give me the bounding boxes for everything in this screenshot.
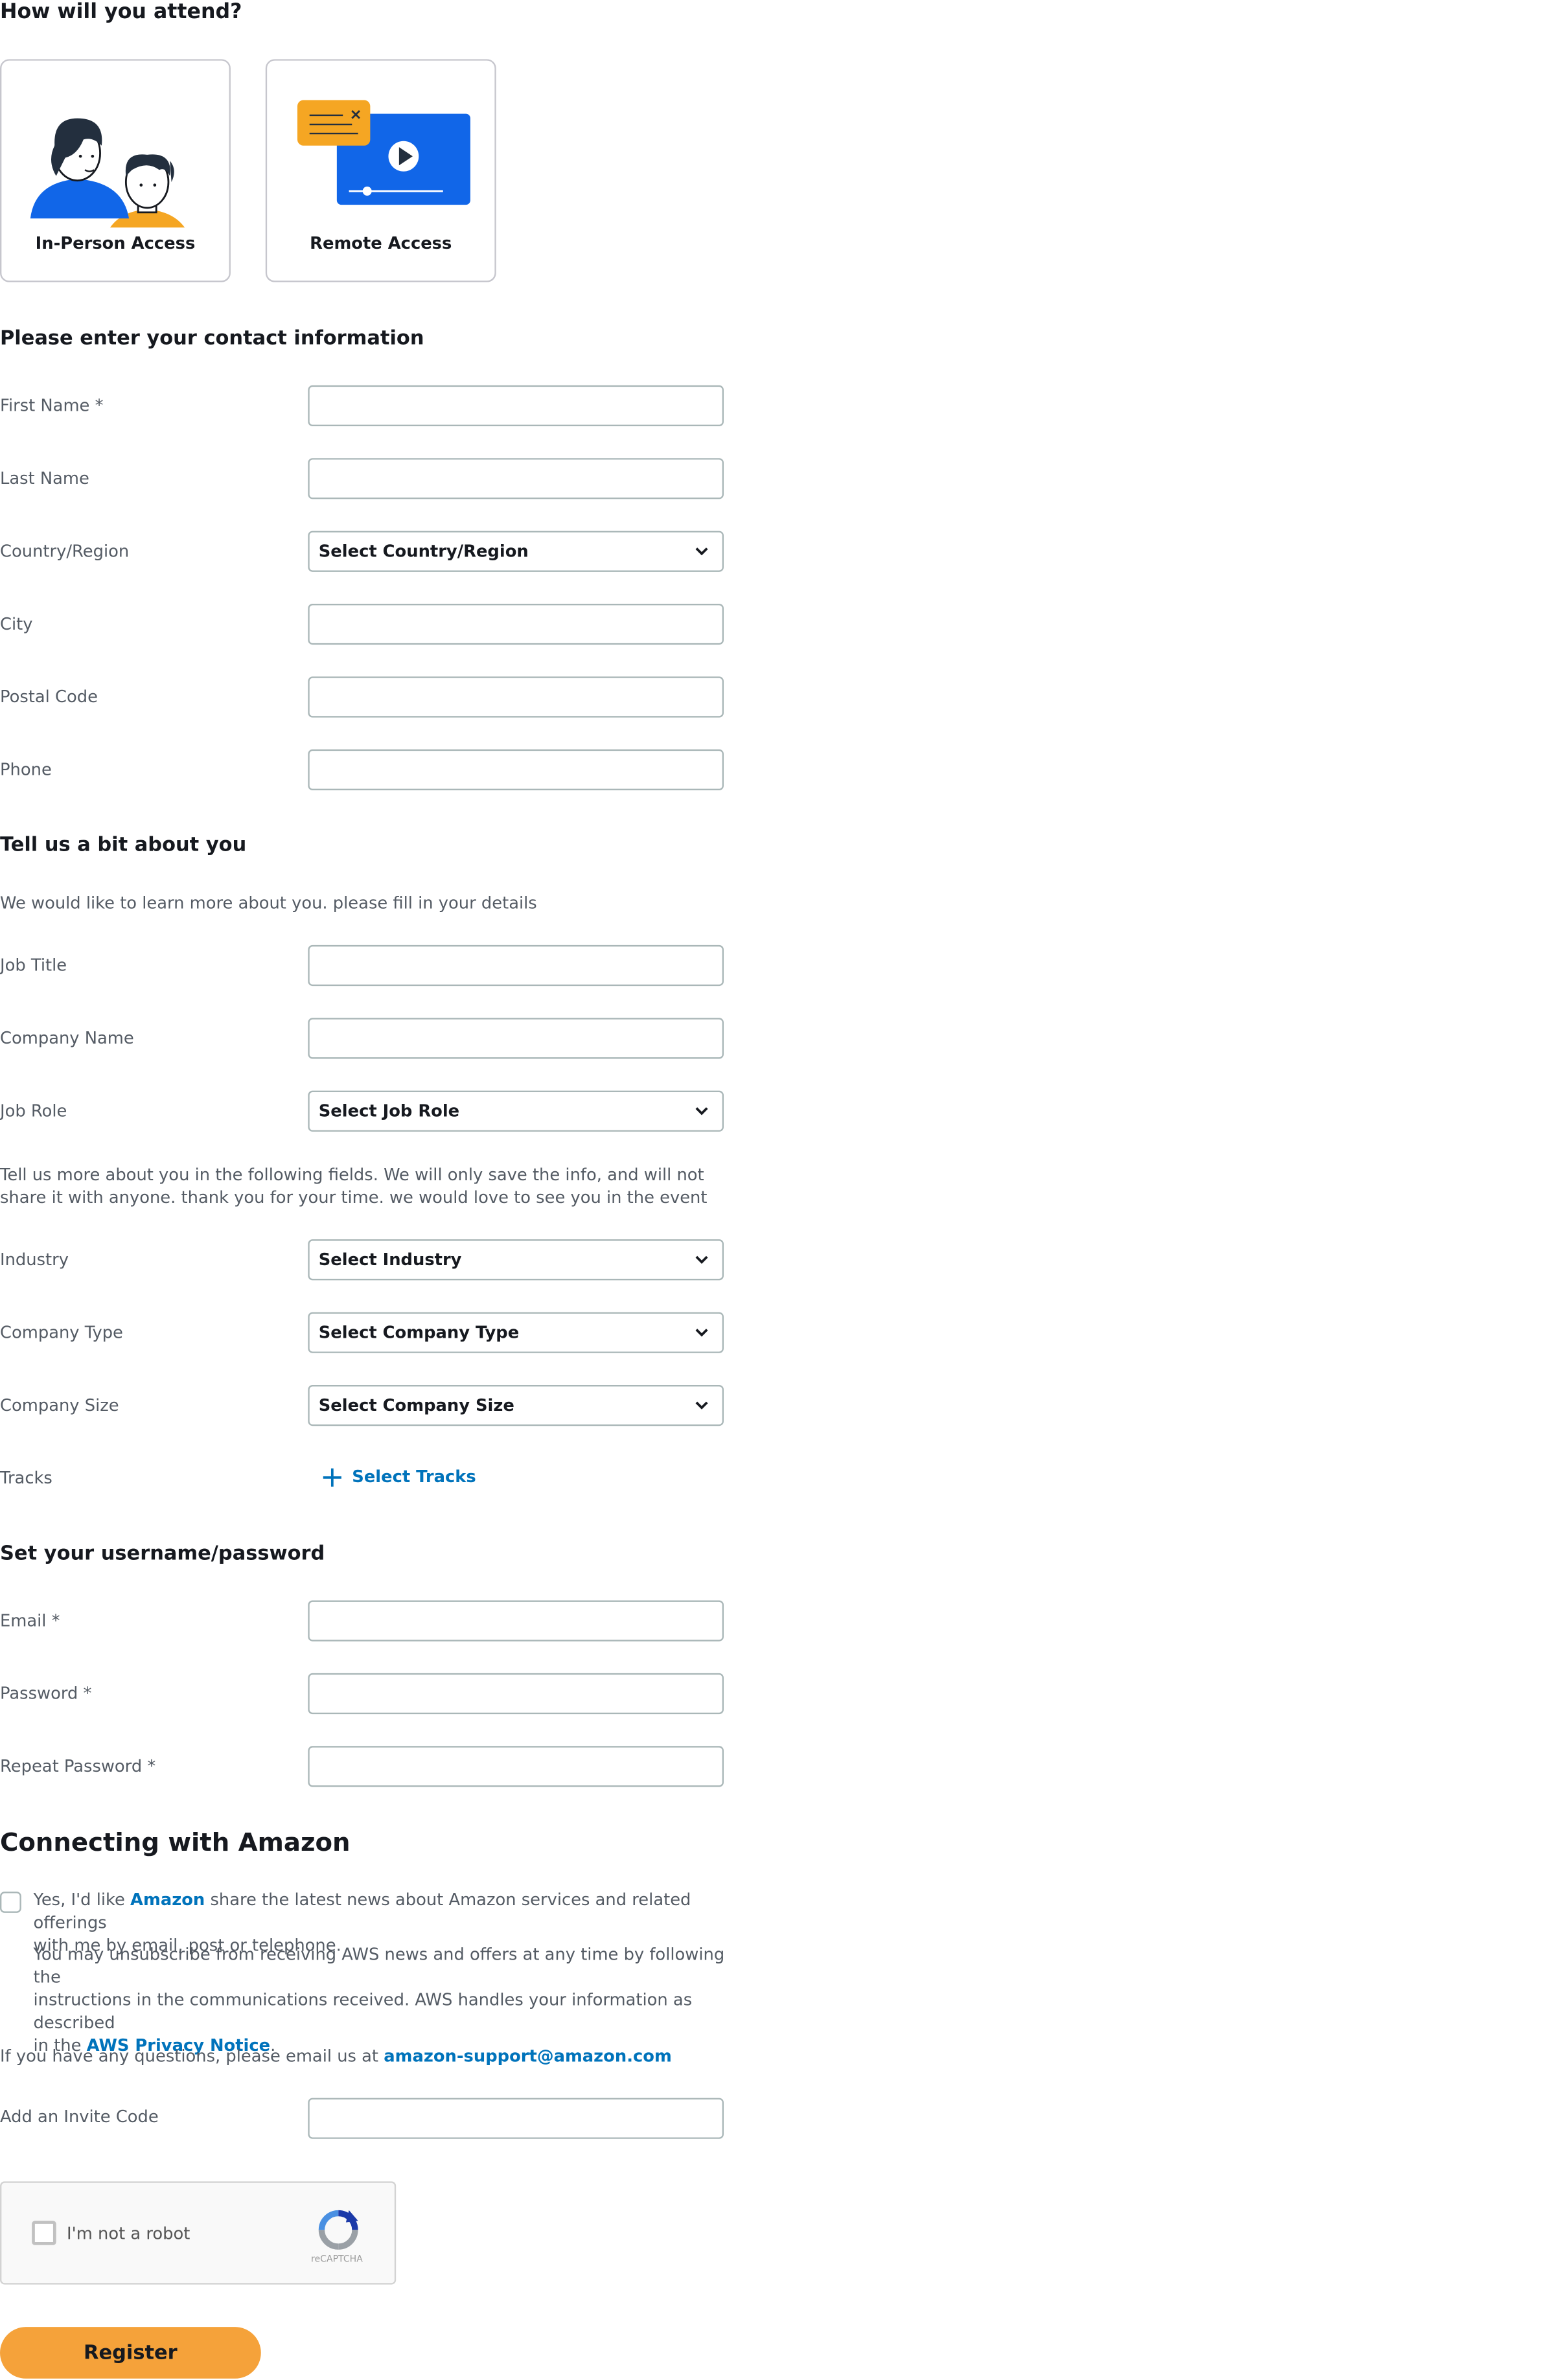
- chevron-down-icon: [695, 1401, 708, 1410]
- password-input[interactable]: [308, 1673, 724, 1715]
- phone-input[interactable]: [308, 749, 724, 791]
- people-icon: [30, 118, 185, 228]
- amazon-link[interactable]: Amazon: [130, 1890, 205, 1910]
- repeat-password-label: Repeat Password *: [0, 1756, 156, 1777]
- unsubscribe-text: You may unsubscribe from receiving AWS n…: [34, 1943, 747, 2057]
- more-info-line-1: Tell us more about you in the following …: [0, 1165, 704, 1185]
- first-name-label: First Name *: [0, 396, 104, 416]
- job-role-label: Job Role: [0, 1101, 67, 1121]
- job-role-select-value: Select Job Role: [318, 1101, 460, 1121]
- company-size-label: Company Size: [0, 1395, 119, 1415]
- industry-select[interactable]: Select Industry: [308, 1239, 724, 1281]
- chevron-down-icon: [695, 1329, 708, 1337]
- last-name-input[interactable]: [308, 458, 724, 499]
- tracks-label: Tracks: [0, 1468, 52, 1489]
- first-name-input[interactable]: [308, 385, 724, 427]
- postal-code-label: Postal Code: [0, 687, 98, 707]
- company-size-select-value: Select Company Size: [318, 1395, 514, 1415]
- industry-label: Industry: [0, 1250, 69, 1270]
- in-person-access-label: In-Person Access: [35, 233, 196, 254]
- recaptcha-label: I'm not a robot: [67, 2223, 190, 2244]
- in-person-access-card[interactable]: In-Person Access: [0, 59, 231, 282]
- unsub-line-1: You may unsubscribe from receiving AWS n…: [33, 1945, 725, 1987]
- about-intro: We would like to learn more about you. p…: [0, 893, 537, 913]
- invite-code-label: Add an Invite Code: [0, 2107, 159, 2127]
- company-type-label: Company Type: [0, 1322, 123, 1343]
- recaptcha-widget: I'm not a robot reCAPTCHA: [0, 2181, 397, 2285]
- register-button[interactable]: Register: [0, 2327, 261, 2379]
- company-type-select[interactable]: Select Company Type: [308, 1312, 724, 1353]
- connecting-heading: Connecting with Amazon: [0, 1827, 351, 1857]
- postal-code-input[interactable]: [308, 676, 724, 718]
- credentials-heading: Set your username/password: [0, 1542, 325, 1566]
- consent-pre: Yes, I'd like: [33, 1890, 131, 1910]
- select-tracks-label: Select Tracks: [352, 1467, 476, 1487]
- marketing-consent-checkbox[interactable]: [0, 1892, 21, 1913]
- email-input[interactable]: [308, 1600, 724, 1642]
- country-label: Country/Region: [0, 541, 130, 562]
- city-label: City: [0, 614, 33, 634]
- about-heading: Tell us a bit about you: [0, 834, 247, 858]
- phone-label: Phone: [0, 760, 52, 780]
- company-type-select-value: Select Company Type: [318, 1322, 520, 1343]
- more-info-text: Tell us more about you in the following …: [0, 1163, 707, 1209]
- contact-heading: Please enter your contact information: [0, 327, 424, 350]
- attendance-heading: How will you attend?: [0, 0, 242, 25]
- more-info-line-2: share it with anyone. thank you for your…: [0, 1187, 708, 1207]
- questions-pre: If you have any questions, please email …: [0, 2046, 384, 2066]
- country-select-value: Select Country/Region: [318, 541, 529, 562]
- last-name-label: Last Name: [0, 468, 89, 489]
- password-label: Password *: [0, 1684, 92, 1704]
- recaptcha-checkbox[interactable]: [32, 2221, 56, 2245]
- remote-access-label: Remote Access: [310, 233, 452, 254]
- select-tracks-link[interactable]: Select Tracks: [321, 1467, 476, 1488]
- company-name-input[interactable]: [308, 1018, 724, 1059]
- company-name-label: Company Name: [0, 1028, 134, 1049]
- chevron-down-icon: [695, 1107, 708, 1116]
- chevron-down-icon: [695, 547, 708, 556]
- invite-code-input[interactable]: [308, 2098, 724, 2139]
- recaptcha-logo-icon: [318, 2210, 358, 2250]
- support-email-link[interactable]: amazon-support@amazon.com: [384, 2046, 672, 2066]
- company-size-select[interactable]: Select Company Size: [308, 1384, 724, 1426]
- job-title-input[interactable]: [308, 944, 724, 987]
- plus-icon: [323, 1468, 341, 1487]
- video-player-icon: [297, 100, 470, 205]
- chevron-down-icon: [695, 1255, 708, 1264]
- remote-access-card[interactable]: Remote Access: [265, 59, 496, 282]
- questions-text: If you have any questions, please email …: [0, 2045, 672, 2068]
- country-select[interactable]: Select Country/Region: [308, 531, 724, 572]
- unsub-line-2: instructions in the communications recei…: [33, 1990, 693, 2033]
- industry-select-value: Select Industry: [318, 1250, 462, 1270]
- email-label: Email *: [0, 1610, 60, 1631]
- job-title-label: Job Title: [0, 955, 67, 976]
- recaptcha-brand: reCAPTCHA: [311, 2254, 363, 2265]
- job-role-select[interactable]: Select Job Role: [308, 1090, 724, 1132]
- repeat-password-input[interactable]: [308, 1746, 724, 1787]
- city-input[interactable]: [308, 603, 724, 645]
